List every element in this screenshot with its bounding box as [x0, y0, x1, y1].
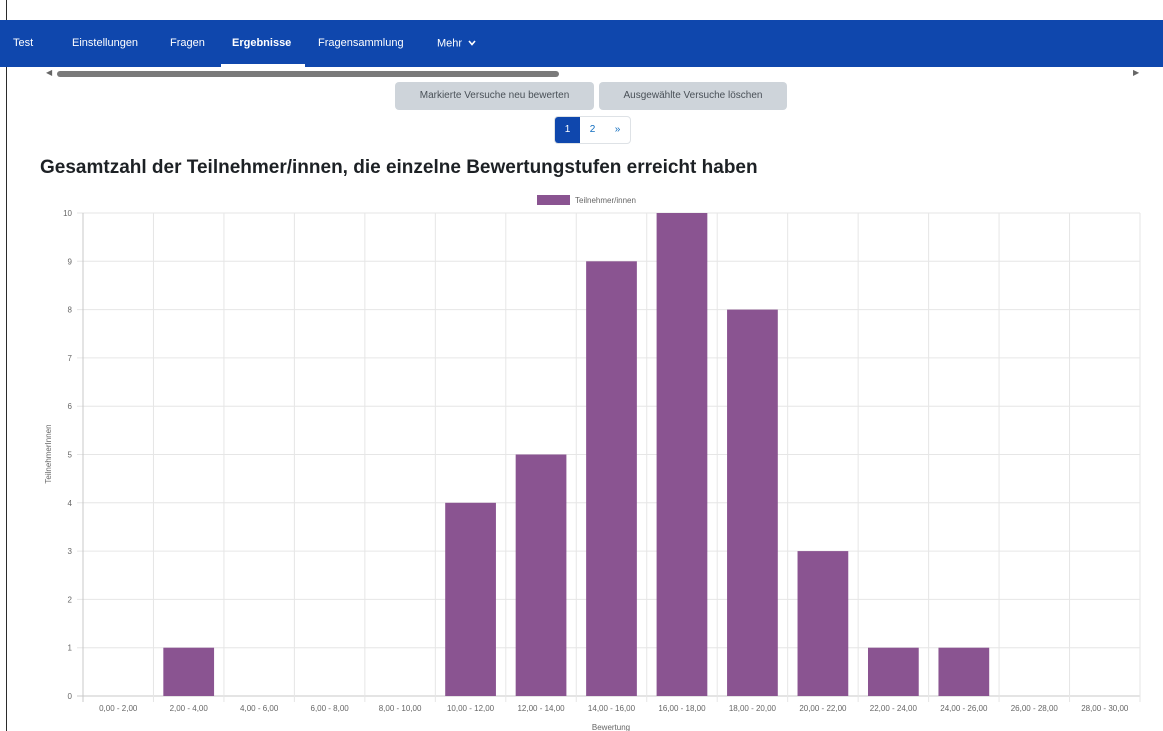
active-tab-indicator: [221, 64, 305, 67]
legend-label: Teilnehmer/innen: [575, 196, 636, 205]
x-tick-label: 24,00 - 26,00: [940, 704, 988, 713]
bar: [163, 647, 215, 696]
tab-fragen[interactable]: Fragen: [170, 20, 205, 67]
y-tick-label: 10: [63, 209, 72, 218]
bar: [797, 551, 849, 696]
x-tick-label: 6,00 - 8,00: [311, 704, 350, 713]
x-tick-label: 14,00 - 16,00: [588, 704, 636, 713]
bar: [515, 454, 567, 696]
tab-einstellungen[interactable]: Einstellungen: [72, 20, 138, 67]
scroll-right-icon[interactable]: ▶: [1133, 68, 1139, 77]
bar: [586, 261, 637, 696]
x-tick-label: 18,00 - 20,00: [729, 704, 777, 713]
x-tick-label: 10,00 - 12,00: [447, 704, 495, 713]
x-tick-label: 12,00 - 14,00: [517, 704, 565, 713]
x-tick-label: 0,00 - 2,00: [99, 704, 138, 713]
x-tick-label: 26,00 - 28,00: [1011, 704, 1059, 713]
y-tick-label: 4: [68, 499, 73, 508]
window-top-strip: [0, 0, 1163, 20]
y-tick-label: 7: [68, 354, 73, 363]
bar: [867, 647, 919, 696]
tab-test[interactable]: Test: [13, 20, 33, 67]
y-tick-label: 1: [68, 644, 73, 653]
bar: [445, 502, 496, 696]
next-page-link[interactable]: »: [605, 117, 630, 143]
bar: [938, 647, 990, 696]
y-tick-label: 2: [68, 595, 73, 604]
x-tick-label: 20,00 - 22,00: [799, 704, 847, 713]
x-tick-label: 4,00 - 6,00: [240, 704, 279, 713]
page-2-link[interactable]: 2: [580, 117, 605, 143]
x-tick-label: 8,00 - 10,00: [379, 704, 422, 713]
legend-swatch: [537, 195, 570, 205]
scrollbar-thumb[interactable]: [57, 71, 559, 77]
chevron-down-icon: [468, 20, 476, 67]
delete-selected-button[interactable]: Ausgewählte Versuche löschen: [599, 82, 787, 110]
regrade-selected-button[interactable]: Markierte Versuche neu bewerten: [395, 82, 594, 110]
pagination: 1 2 »: [554, 116, 631, 144]
page-1-link[interactable]: 1: [555, 117, 580, 143]
x-tick-label: 28,00 - 30,00: [1081, 704, 1129, 713]
x-tick-label: 22,00 - 24,00: [870, 704, 918, 713]
secondary-navigation: Test Einstellungen Fragen Ergebnisse Fra…: [0, 20, 1163, 67]
chart-title: Gesamtzahl der Teilnehmer/innen, die ein…: [40, 157, 758, 178]
x-axis-title: Bewertung: [592, 723, 630, 731]
x-tick-label: 2,00 - 4,00: [170, 704, 209, 713]
grade-distribution-chart: 0 1 2 3 4 5 6 7 8 9 10 0,00 - 2,00 2,00 - 4,00 4,00 -…: [44, 195, 1141, 731]
tab-ergebnisse[interactable]: Ergebnisse: [232, 20, 291, 67]
x-tick-label: 16,00 - 18,00: [658, 704, 706, 713]
scroll-left-icon[interactable]: ◀: [46, 68, 52, 77]
tab-mehr-label: Mehr: [437, 37, 463, 50]
y-axis-title: TeilnehmerInnen: [44, 424, 53, 483]
y-tick-label: 0: [68, 692, 73, 701]
tab-fragensammlung[interactable]: Fragensammlung: [318, 20, 404, 67]
tab-mehr[interactable]: Mehr: [437, 20, 476, 67]
y-tick-label: 5: [68, 451, 73, 460]
y-tick-label: 8: [68, 306, 73, 315]
y-tick-label: 9: [68, 257, 73, 266]
bar: [727, 309, 778, 696]
y-tick-label: 3: [68, 547, 73, 556]
y-tick-label: 6: [68, 402, 73, 411]
horizontal-scrollbar[interactable]: ◀ ▶: [40, 68, 1140, 79]
bar: [656, 213, 708, 696]
